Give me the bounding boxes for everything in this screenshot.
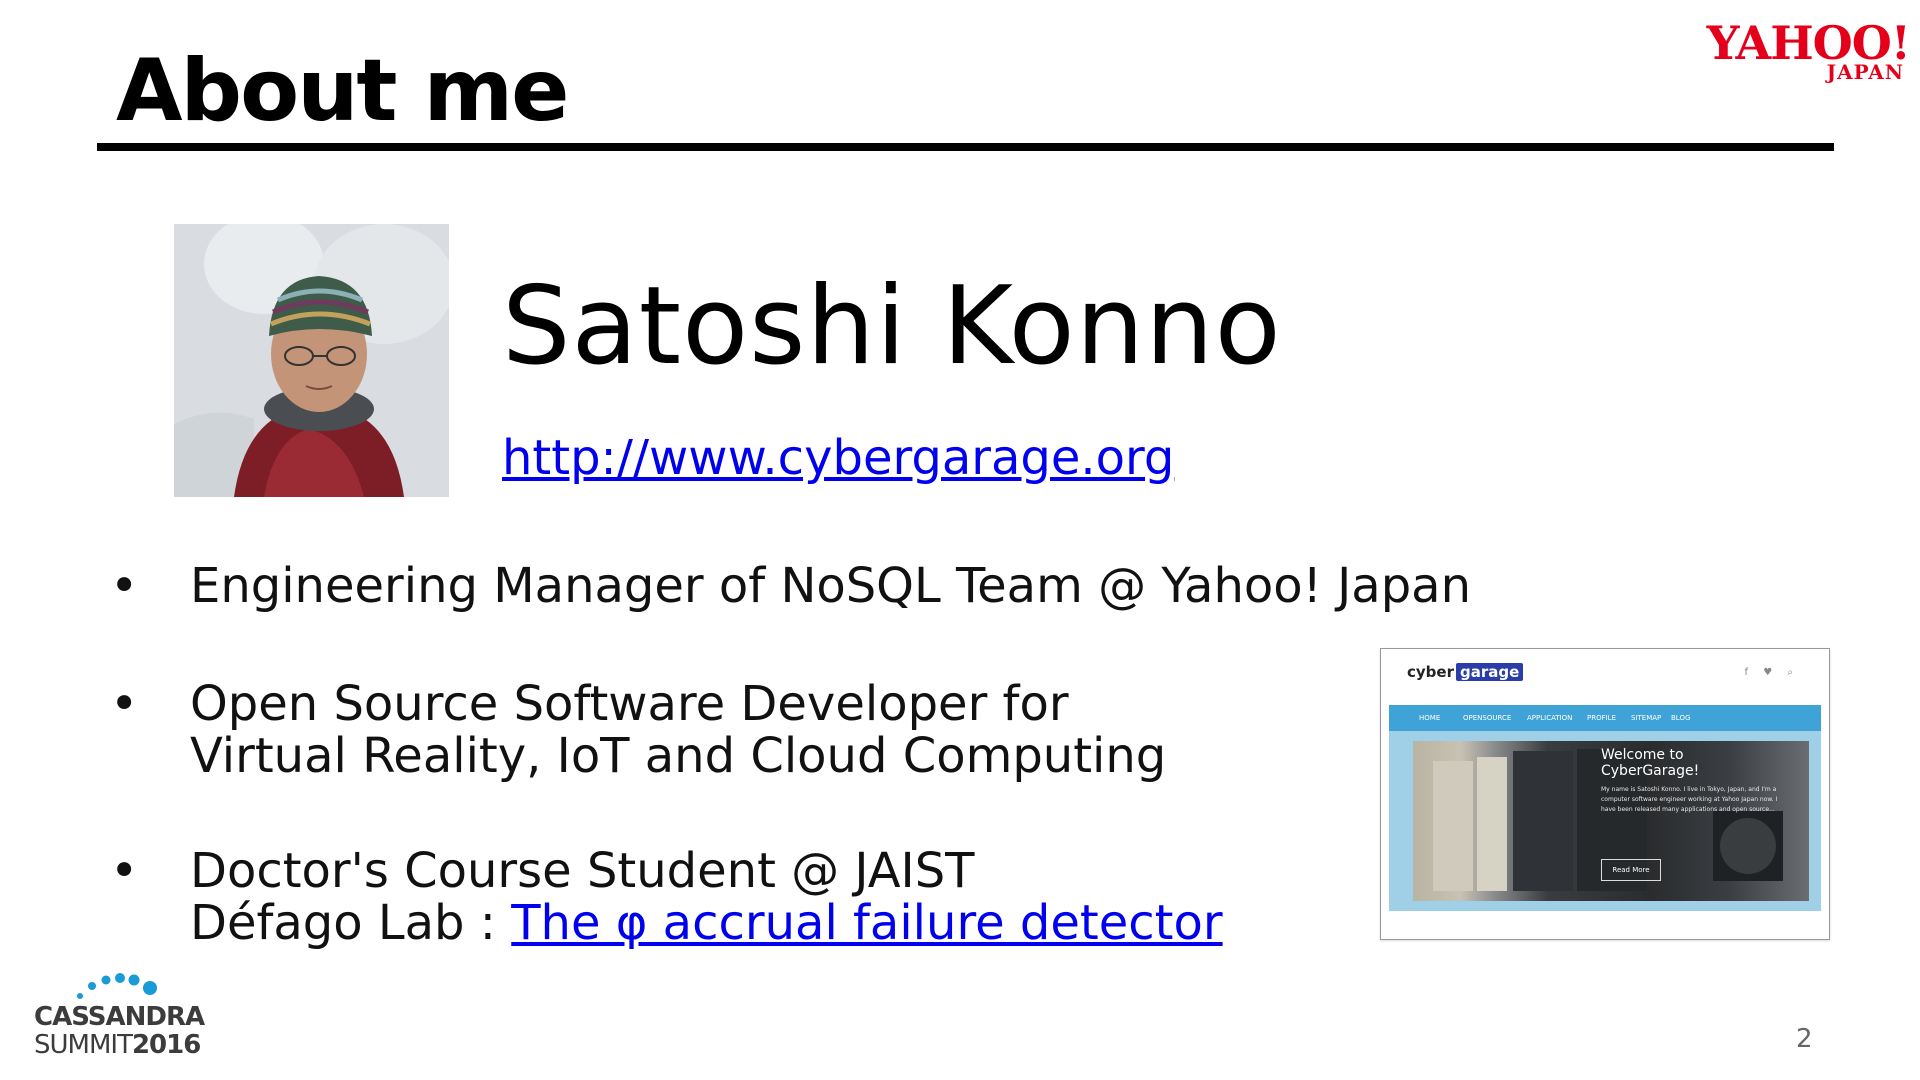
site-nav-item: BLOG	[1671, 714, 1691, 722]
site-hero-title: Welcome to CyberGarage!	[1601, 747, 1700, 779]
site-hero: Welcome to CyberGarage! My name is Satos…	[1389, 731, 1821, 911]
bullet-marker: •	[110, 676, 139, 732]
title-underline	[97, 143, 1834, 151]
site-nav: HOME OPENSOURCE APPLICATION PROFILE SITE…	[1389, 705, 1821, 731]
bullet-marker: •	[110, 843, 139, 899]
site-nav-item: APPLICATION	[1527, 714, 1573, 722]
profile-photo-image	[174, 224, 449, 497]
bullet-text: Engineering Manager of NoSQL Team @ Yaho…	[190, 558, 1471, 614]
site-read-more-button: Read More	[1601, 859, 1661, 881]
page-number: 2	[1796, 1024, 1813, 1054]
yahoo-japan-logo: YAHOO! JAPAN	[1690, 20, 1911, 90]
slide: About me YAHOO! JAPAN Satoshi Konno http…	[0, 0, 1920, 1080]
cassandra-logo-line1: CASSANDRA	[34, 1002, 205, 1032]
bullet-line: Open Source Software Developer for	[190, 676, 1069, 732]
cybergarage-website-screenshot: cyber garage f ♥ ⌕ HOME OPENSOURCE APPLIC…	[1380, 648, 1830, 940]
profile-name: Satoshi Konno	[502, 264, 1282, 389]
site-header: cyber garage f ♥ ⌕	[1381, 649, 1829, 705]
profile-website-link[interactable]: http://www.cybergarage.org	[502, 432, 1174, 485]
site-hero-body: My name is Satoshi Konno. I live in Toky…	[1601, 786, 1778, 813]
site-nav-item: SITEMAP	[1631, 714, 1662, 722]
profile-photo	[174, 224, 449, 497]
site-logo: cyber garage	[1407, 663, 1524, 681]
site-nav-item: OPENSOURCE	[1463, 714, 1512, 722]
site-nav-item: PROFILE	[1587, 714, 1617, 722]
slide-title: About me	[116, 41, 569, 141]
cassandra-logo-summit: SUMMIT	[34, 1030, 133, 1060]
cassandra-summit-logo: CASSANDRA SUMMIT2016	[34, 958, 214, 1060]
site-hero-text: Welcome to CyberGarage! My name is Satos…	[1601, 747, 1781, 815]
cassandra-logo-year: 2016	[131, 1030, 201, 1060]
bullet-line: Virtual Reality, IoT and Cloud Computing	[190, 728, 1167, 784]
bullet-text: Open Source Software Developer for Virtu…	[190, 678, 1166, 782]
cassandra-dots-icon	[77, 973, 157, 999]
site-logo-box: garage	[1455, 663, 1524, 681]
bullet-line-prefix: Défago Lab :	[190, 895, 512, 951]
bullet-line: Doctor's Course Student @ JAIST	[190, 843, 975, 899]
social-icons: f ♥ ⌕	[1744, 667, 1799, 678]
bullet-text: Doctor's Course Student @ JAIST Défago L…	[190, 845, 1223, 949]
cassandra-logo-line2: SUMMIT2016	[34, 1030, 201, 1060]
phi-accrual-detector-link[interactable]: The φ accrual failure detector	[511, 895, 1222, 951]
site-nav-item: HOME	[1419, 714, 1441, 722]
bullet-marker: •	[110, 558, 139, 614]
site-logo-text: cyber	[1407, 663, 1454, 681]
